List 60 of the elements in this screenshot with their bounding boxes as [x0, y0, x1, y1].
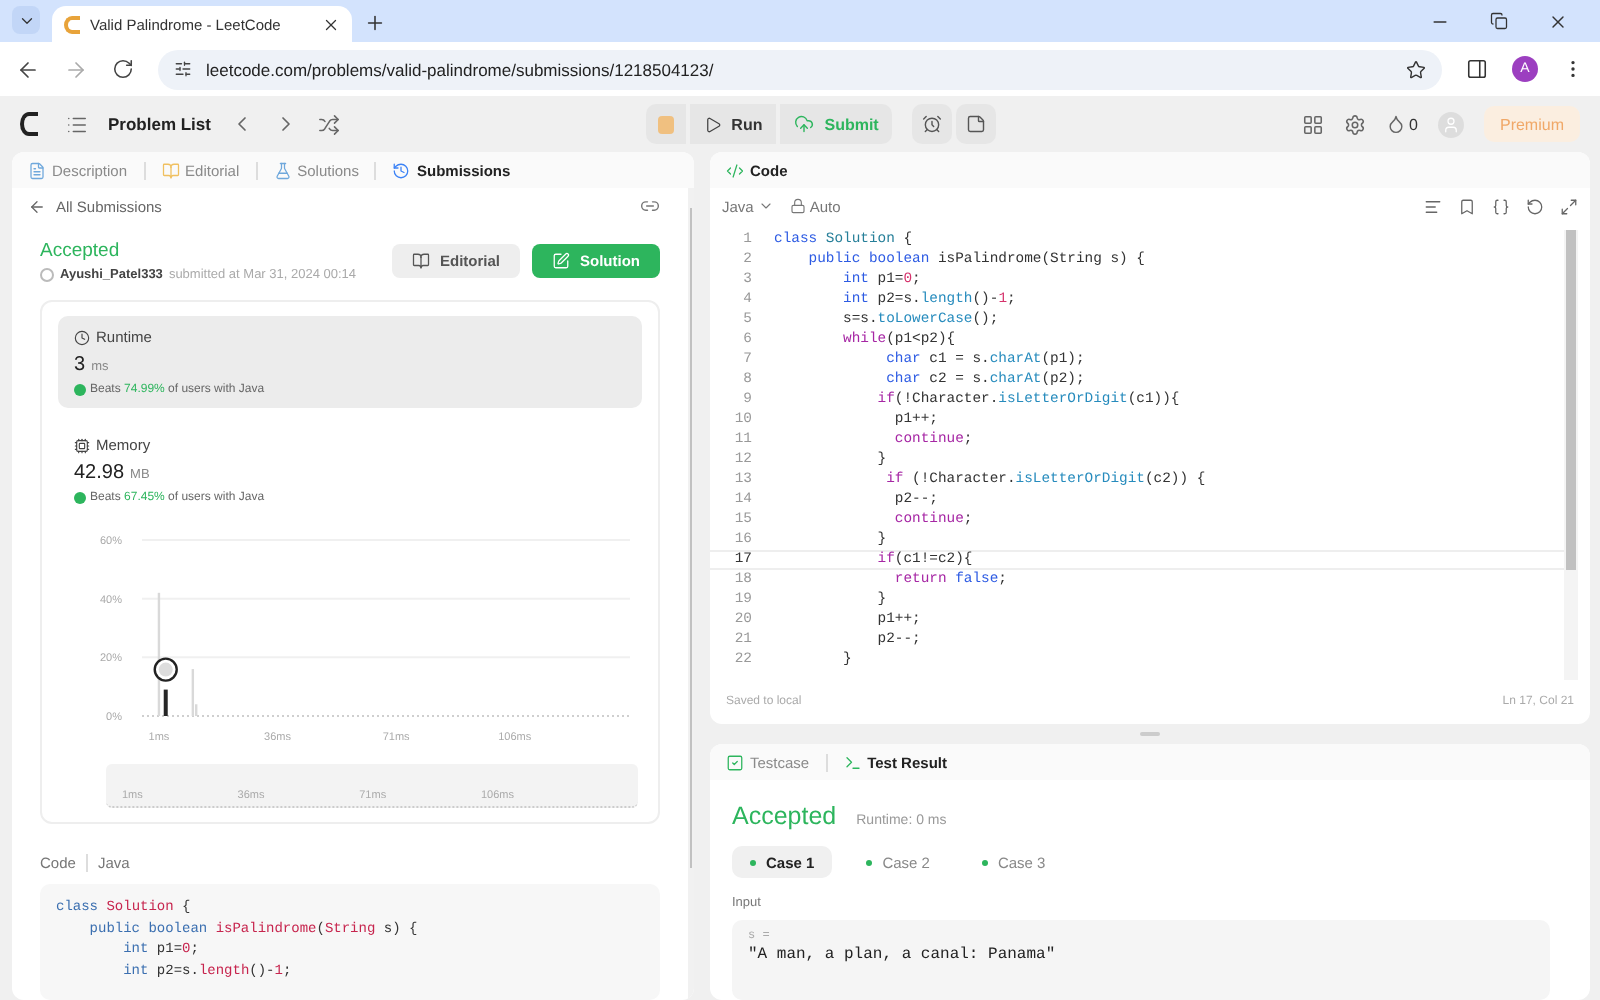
- submission-status: Accepted: [40, 240, 122, 262]
- cloud-upload-icon: [794, 114, 815, 134]
- history-icon: [392, 161, 411, 179]
- close-icon[interactable]: [1548, 11, 1568, 31]
- resize-handle[interactable]: [1140, 732, 1160, 736]
- edit-icon: [552, 252, 570, 270]
- book-icon: [161, 161, 180, 179]
- result-status: Accepted: [732, 802, 837, 830]
- terminal-icon: [843, 753, 862, 771]
- new-tab-icon[interactable]: [364, 12, 386, 34]
- code-icon: [726, 161, 744, 179]
- expand-icon[interactable]: [1560, 197, 1578, 215]
- metric-value: 42.98: [74, 462, 125, 484]
- side-panel-icon[interactable]: [1466, 58, 1488, 80]
- restore-icon[interactable]: [1490, 12, 1508, 30]
- chevron-down-icon: [757, 198, 774, 214]
- drop-icon: [1385, 114, 1406, 134]
- grid-icon[interactable]: [1301, 113, 1324, 135]
- bookmark-icon[interactable]: [1458, 197, 1476, 215]
- metric-value: 3: [74, 354, 86, 376]
- braces-icon[interactable]: [1492, 197, 1510, 215]
- back-arrow-icon: [28, 197, 46, 215]
- address-bar[interactable]: leetcode.com/problems/valid-palindrome/submissions/1218504123/: [158, 49, 1442, 89]
- checkbox-icon: [726, 753, 744, 771]
- book-icon: [411, 252, 430, 270]
- close-icon[interactable]: [322, 15, 340, 33]
- reload-icon[interactable]: [112, 58, 134, 80]
- notes-button[interactable]: [956, 104, 997, 144]
- badge-icon: [74, 384, 86, 396]
- user-marker-icon: [153, 657, 178, 682]
- settings-icon[interactable]: [1343, 113, 1366, 135]
- person-icon: [1441, 115, 1460, 133]
- badge-icon: [74, 492, 86, 504]
- link-icon[interactable]: [640, 196, 660, 216]
- user-avatar: [40, 268, 54, 282]
- site-logo-icon: [64, 15, 80, 33]
- document-icon: [28, 161, 46, 179]
- format-icon[interactable]: [1424, 197, 1442, 215]
- shuffle-icon[interactable]: [318, 113, 341, 135]
- chip-icon: [74, 437, 90, 453]
- tab-search-button[interactable]: [12, 6, 40, 34]
- site-logo-icon[interactable]: [20, 112, 38, 136]
- alarm-clock-icon: [922, 114, 943, 134]
- url-text: leetcode.com/problems/valid-palindrome/submissions/1218504123/: [206, 59, 716, 79]
- problem-list-link[interactable]: Problem List: [108, 114, 211, 134]
- clock-icon: [74, 329, 90, 345]
- lock-icon: [789, 198, 806, 214]
- streak-counter[interactable]: 0: [1385, 114, 1418, 134]
- back-icon[interactable]: [16, 57, 40, 81]
- star-icon[interactable]: [1406, 59, 1426, 79]
- play-icon: [703, 115, 722, 133]
- reset-icon[interactable]: [1526, 197, 1544, 215]
- timer-button[interactable]: [912, 104, 953, 144]
- input-value: "A man, a plan, a canal: Panama": [748, 946, 1058, 964]
- note-icon: [966, 114, 987, 134]
- site-settings-icon[interactable]: [174, 60, 192, 78]
- flask-icon: [273, 161, 292, 179]
- scrollbar[interactable]: [688, 188, 694, 1000]
- run-button[interactable]: Run: [689, 104, 777, 144]
- scrollbar[interactable]: [1564, 230, 1578, 680]
